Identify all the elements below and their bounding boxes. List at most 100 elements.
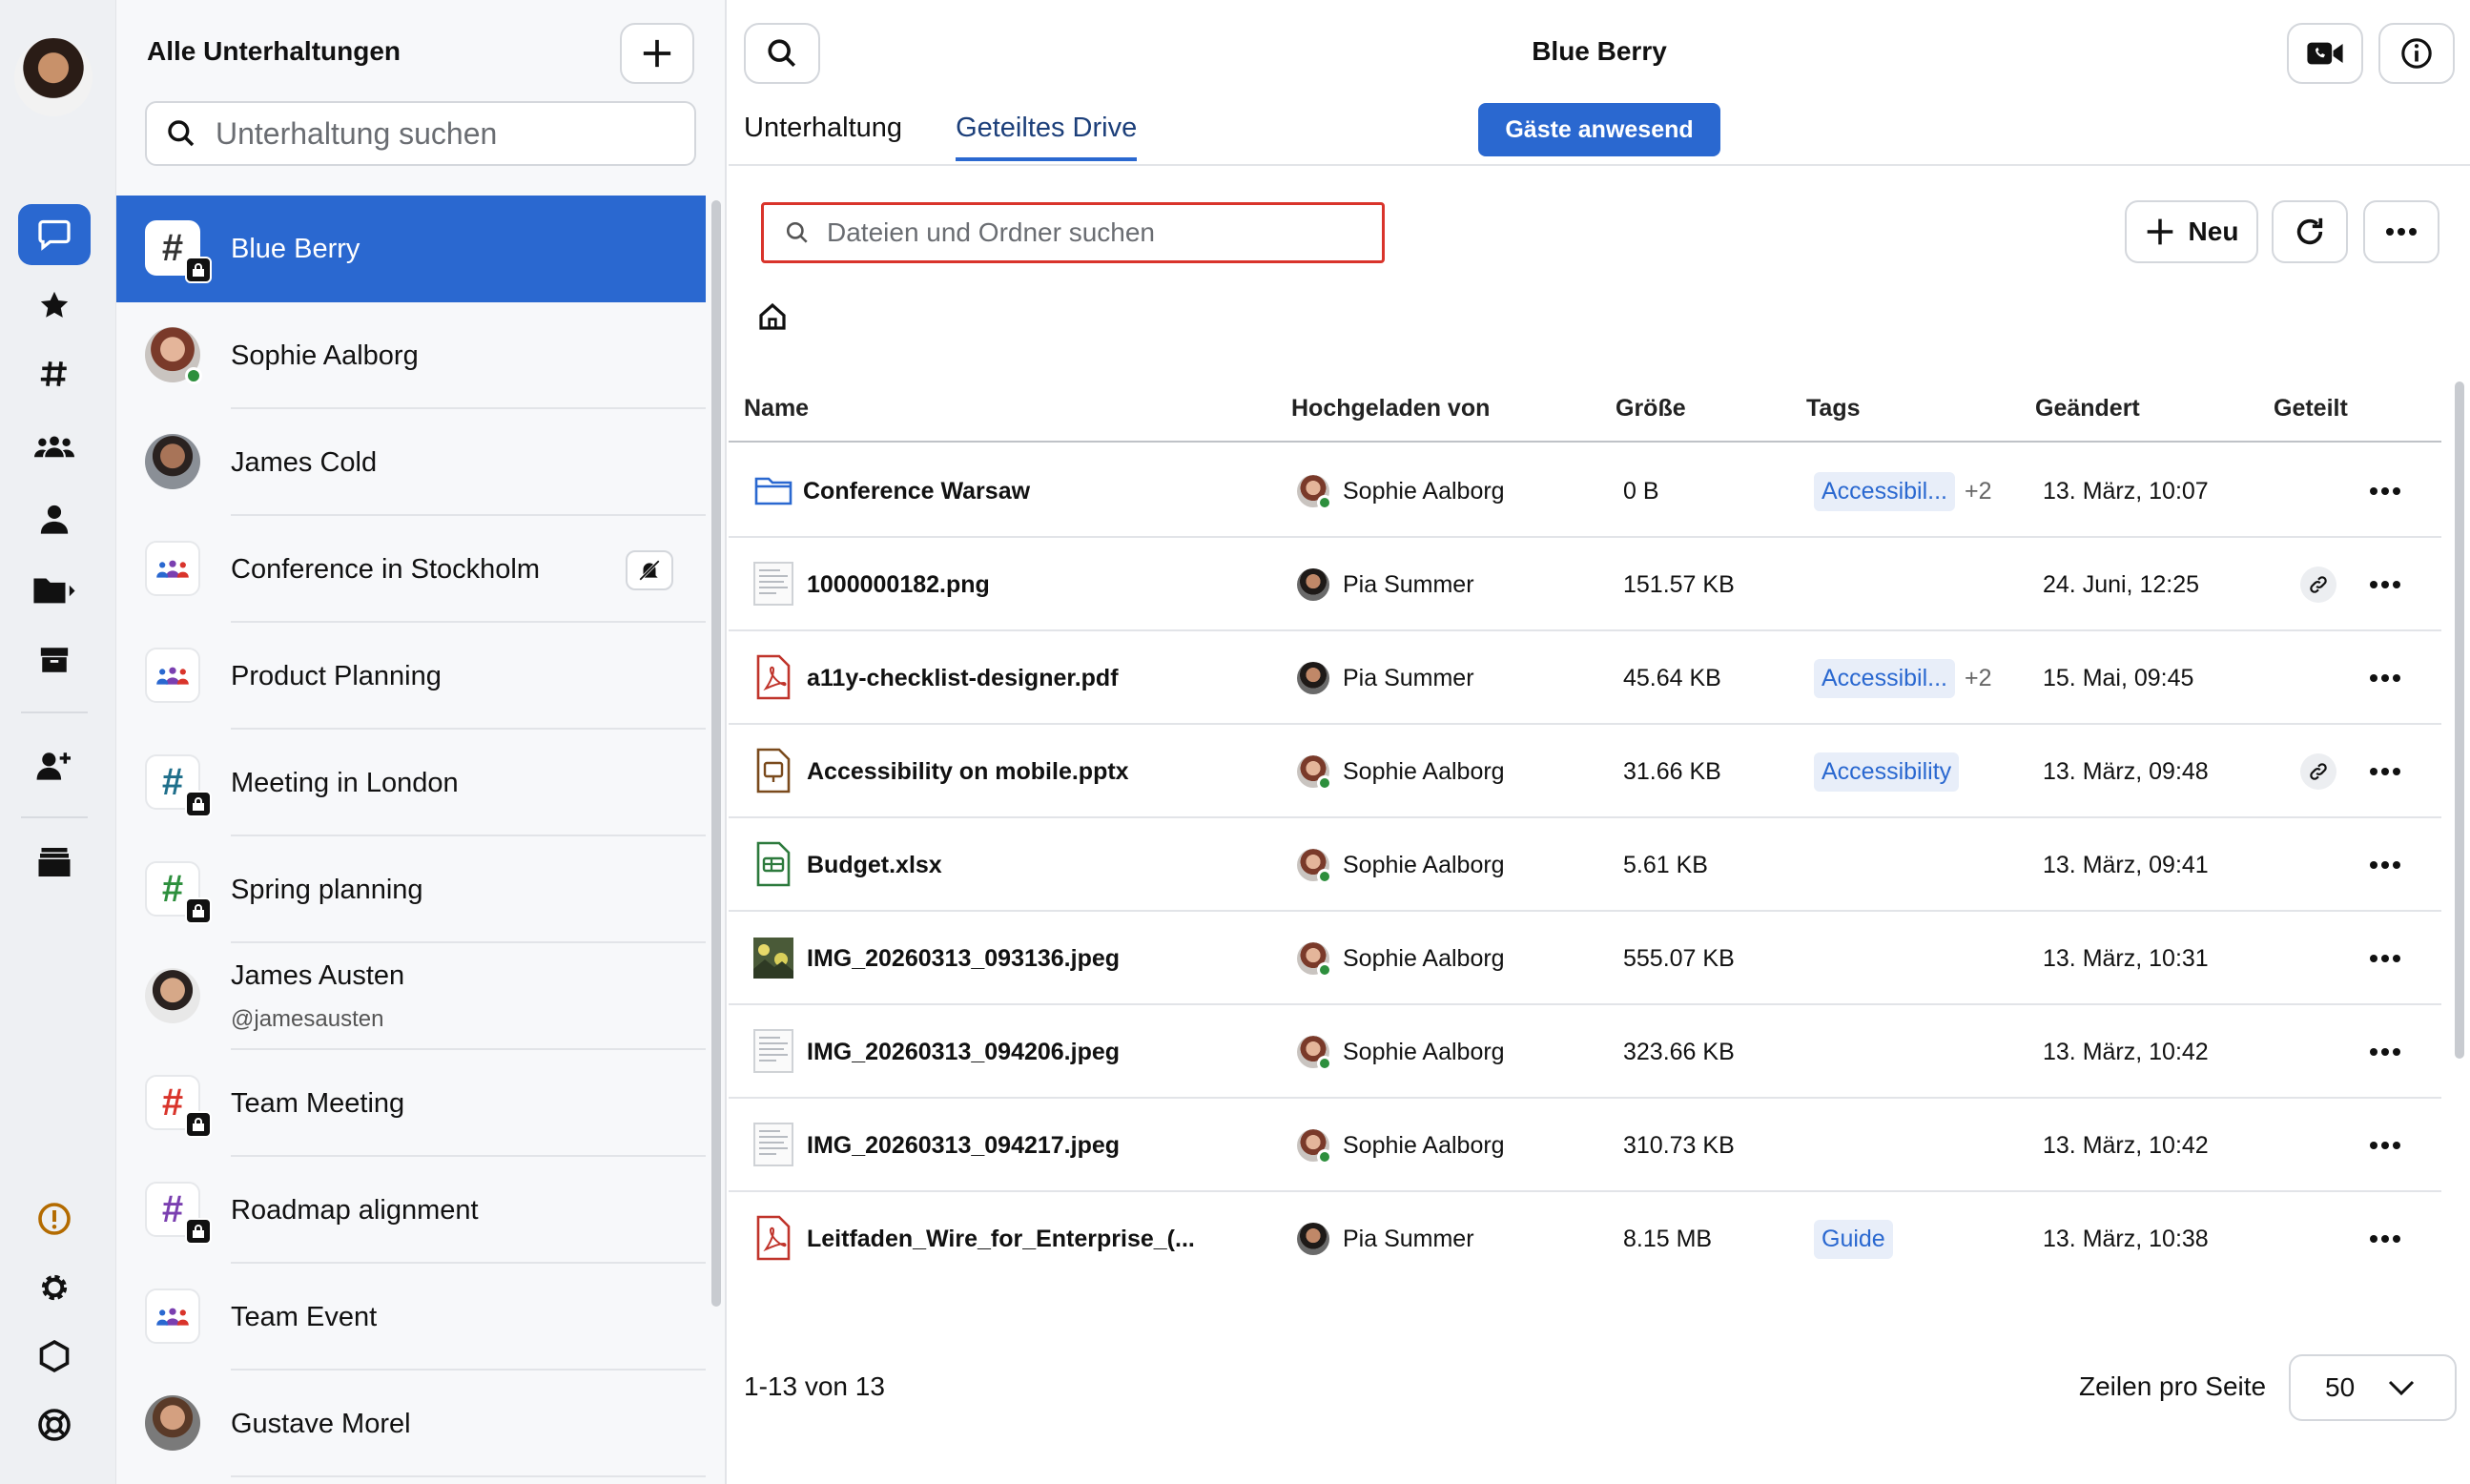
shared-link[interactable] <box>2300 538 2336 631</box>
drive-table-header: Name Hochgeladen von Größe Tags Geändert… <box>729 393 2441 443</box>
file-row[interactable]: Leitfaden_Wire_for_Enterprise_(... Pia Su… <box>729 1192 2441 1286</box>
shared-link[interactable] <box>2300 725 2336 818</box>
rail-channels[interactable] <box>18 416 91 477</box>
file-name[interactable]: a11y-checklist-designer.pdf <box>807 631 1119 725</box>
video-call-button[interactable] <box>2287 23 2363 84</box>
file-name[interactable]: IMG_20260313_094206.jpeg <box>807 1005 1120 1099</box>
row-menu-button[interactable] <box>2361 1123 2409 1167</box>
row-menu-button[interactable] <box>2361 563 2409 607</box>
rail-conversations[interactable] <box>18 204 91 265</box>
file-row[interactable]: IMG_20260313_094217.jpeg Sophie Aalborg 31… <box>729 1099 2441 1192</box>
file-modified: 13. März, 10:31 <box>2043 944 2209 972</box>
rail-groups[interactable] <box>18 343 91 404</box>
rail-favorites[interactable] <box>18 275 91 336</box>
contact-avatar <box>145 968 200 1023</box>
rail-separator <box>21 711 88 713</box>
row-menu-button[interactable] <box>2361 750 2409 794</box>
main-panel: Blue Berry Unterhaltung Geteiltes Drive … <box>729 0 2470 1484</box>
rail-folders[interactable] <box>18 559 91 620</box>
more-tags-count[interactable]: +2 <box>1965 665 1992 692</box>
tag-chip[interactable]: Accessibility <box>1814 752 1960 792</box>
muted-button[interactable] <box>626 550 673 590</box>
tag-chip[interactable]: Accessibil... <box>1814 658 1955 698</box>
conversation-item[interactable]: Conference in Stockholm <box>116 516 706 623</box>
file-row[interactable]: a11y-checklist-designer.pdf Pia Summer 45.… <box>729 631 2441 725</box>
row-menu-button[interactable] <box>2361 1217 2409 1261</box>
rail-contacts[interactable] <box>18 488 91 549</box>
more-options-button[interactable] <box>2363 200 2439 263</box>
rail-cells[interactable] <box>18 832 91 893</box>
conversation-item[interactable]: Sophie Aalborg <box>116 302 706 409</box>
file-row[interactable]: Accessibility on mobile.pptx Sophie Aalbo… <box>729 725 2441 818</box>
conversation-item[interactable]: James Cold <box>116 409 706 516</box>
file-name[interactable]: Conference Warsaw <box>803 444 1030 538</box>
file-name[interactable]: Budget.xlsx <box>807 818 942 912</box>
lock-icon <box>185 1218 212 1245</box>
conversation-item[interactable]: # Meeting in London <box>116 730 706 836</box>
more-icon <box>2370 768 2400 775</box>
uploader-name: Pia Summer <box>1343 664 1474 691</box>
conversation-item[interactable]: # Spring planning <box>116 836 706 943</box>
file-row[interactable]: Budget.xlsx Sophie Aalborg 5.61 KB 13. März… <box>729 818 2441 912</box>
row-menu-button[interactable] <box>2361 469 2409 513</box>
row-menu-button[interactable] <box>2361 656 2409 700</box>
column-tags[interactable]: Tags <box>1806 395 1861 423</box>
file-name[interactable]: 1000000182.png <box>807 538 990 631</box>
conversation-list-scrollbar[interactable] <box>711 200 721 1307</box>
tab-shared-drive[interactable]: Geteiltes Drive <box>956 113 1138 161</box>
user-avatar[interactable] <box>14 38 93 116</box>
drive-search-input[interactable] <box>827 217 1361 248</box>
more-icon <box>2370 487 2400 495</box>
rail-settings[interactable] <box>18 1257 91 1318</box>
link-icon <box>2300 753 2336 790</box>
conversation-item[interactable]: # Team Meeting <box>116 1050 706 1157</box>
file-row[interactable]: Conference Warsaw Sophie Aalborg 0 B Access… <box>729 444 2441 538</box>
column-modified[interactable]: Geändert <box>2035 395 2140 423</box>
video-call-icon <box>2307 42 2343 65</box>
conversation-item[interactable]: # Blue Berry <box>116 196 706 302</box>
file-name[interactable]: Accessibility on mobile.pptx <box>807 725 1129 818</box>
rail-support[interactable] <box>18 1394 91 1455</box>
breadcrumb-home[interactable] <box>757 301 788 332</box>
column-size[interactable]: Größe <box>1616 395 1686 423</box>
rail-archive[interactable] <box>18 629 91 690</box>
rows-per-page-select[interactable]: 50 <box>2289 1354 2457 1421</box>
info-button[interactable] <box>2378 23 2455 84</box>
file-name[interactable]: IMG_20260313_094217.jpeg <box>807 1099 1120 1192</box>
people-avatar <box>145 1288 200 1344</box>
conversation-item[interactable]: # Roadmap alignment <box>116 1157 706 1264</box>
row-menu-button[interactable] <box>2361 937 2409 980</box>
conversation-item[interactable]: James Austen @jamesausten <box>116 943 706 1050</box>
table-scrollbar[interactable] <box>2455 381 2464 1059</box>
rail-connect[interactable] <box>18 734 91 795</box>
refresh-button[interactable] <box>2272 200 2348 263</box>
conversation-search-input[interactable] <box>216 115 673 152</box>
uploader: Pia Summer <box>1297 1192 1474 1286</box>
file-row[interactable]: IMG_20260313_094206.jpeg Sophie Aalborg 32… <box>729 1005 2441 1099</box>
column-uploaded-by[interactable]: Hochgeladen von <box>1291 395 1490 423</box>
more-icon <box>2370 674 2400 682</box>
column-shared[interactable]: Geteilt <box>2274 395 2348 423</box>
new-conversation-button[interactable] <box>620 23 694 84</box>
alert-icon <box>38 1203 71 1235</box>
column-name[interactable]: Name <box>744 395 809 423</box>
row-menu-button[interactable] <box>2361 843 2409 887</box>
file-modified: 13. März, 09:48 <box>2043 757 2209 785</box>
file-name[interactable]: IMG_20260313_093136.jpeg <box>807 912 1120 1005</box>
conversation-item[interactable]: Product Planning <box>116 623 706 730</box>
tab-conversation[interactable]: Unterhaltung <box>744 113 902 161</box>
tag-chip[interactable]: Accessibil... <box>1814 471 1955 511</box>
rail-alert[interactable] <box>18 1188 91 1249</box>
file-row[interactable]: 1000000182.png Pia Summer 151.57 KB 24. Jun… <box>729 538 2441 631</box>
file-row[interactable]: IMG_20260313_093136.jpeg Sophie Aalborg 55… <box>729 912 2441 1005</box>
uploader-avatar <box>1297 568 1329 601</box>
more-tags-count[interactable]: +2 <box>1965 478 1992 505</box>
conversation-item[interactable]: Team Event <box>116 1264 706 1371</box>
new-item-button[interactable]: Neu <box>2125 200 2258 263</box>
conversation-item[interactable]: Gustave Morel <box>116 1371 706 1477</box>
online-status-icon <box>1317 495 1332 510</box>
row-menu-button[interactable] <box>2361 1030 2409 1074</box>
rail-hexagon[interactable] <box>18 1326 91 1387</box>
file-name[interactable]: Leitfaden_Wire_for_Enterprise_(... <box>807 1192 1195 1286</box>
tag-chip[interactable]: Guide <box>1814 1219 1893 1259</box>
